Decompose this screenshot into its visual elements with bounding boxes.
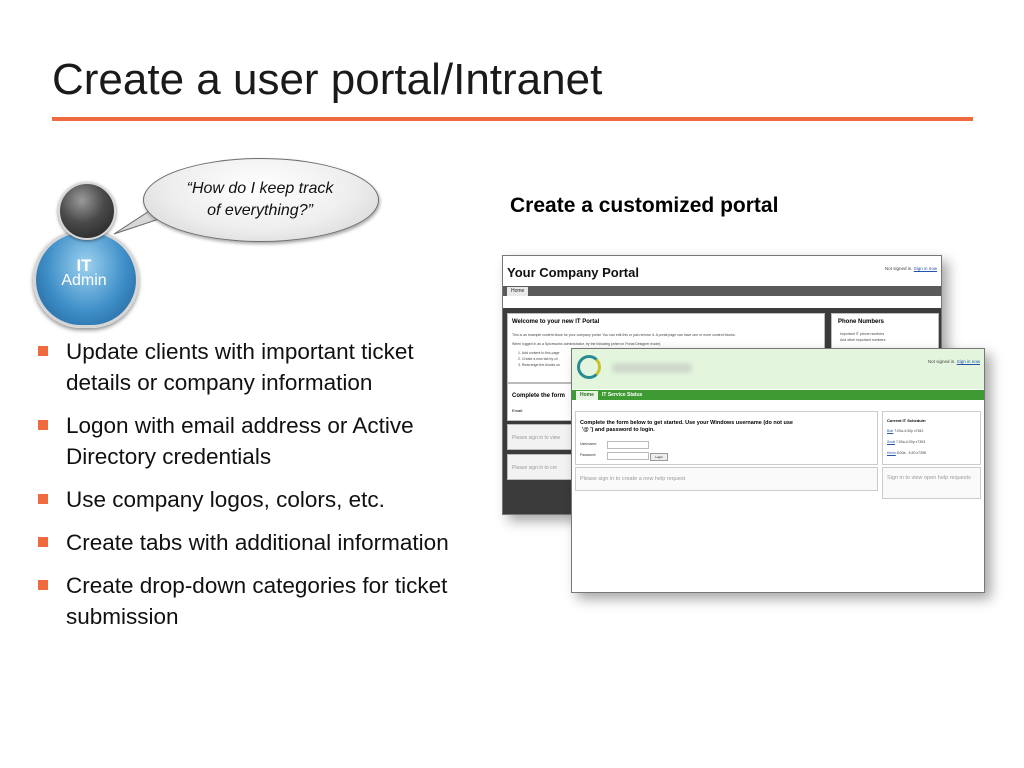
bullet-square-icon [38, 537, 48, 547]
bullet-item: Update clients with important ticket det… [36, 336, 476, 398]
bullet-item: Create tabs with additional information [36, 527, 476, 558]
bullet-square-icon [38, 420, 48, 430]
bullet-text: Logon with email address or Active Direc… [66, 413, 414, 469]
front-schedule-heading: Current IT Schedule: [887, 418, 927, 423]
front-create-text: Please sign in to create a new help requ… [580, 476, 686, 482]
back-email-label: Email: [512, 408, 524, 413]
title-underline [52, 117, 973, 121]
bullet-item: Create drop-down categories for ticket s… [36, 570, 476, 632]
back-create-block: Please sign in to cre [507, 454, 579, 480]
back-phone-line: And other important numbers [840, 338, 886, 342]
front-view-requests-block: Sign in to view open help requests [882, 467, 981, 499]
bullet-text: Create drop-down categories for ticket s… [66, 573, 448, 629]
front-portal-signin: Not signed in. Sign in now [928, 359, 980, 364]
back-view-block: Please sign in to view [507, 424, 579, 450]
front-tab-it-service-status[interactable]: IT Service Status [598, 391, 646, 400]
username-input[interactable] [607, 441, 649, 449]
schedule-row: Scott 7:00a-4:30p x7393 [887, 440, 925, 444]
back-view-text: Please sign in to view [512, 435, 561, 441]
slide-title: Create a user portal/Intranet [52, 55, 603, 104]
feature-bullet-list: Update clients with important ticket det… [36, 336, 476, 644]
back-welcome-line: This is an example content block for you… [512, 333, 736, 337]
bullet-square-icon [38, 580, 48, 590]
back-portal-nav [503, 286, 941, 296]
back-create-text: Please sign in to cre [512, 465, 558, 471]
front-create-request-block: Please sign in to create a new help requ… [575, 467, 878, 491]
back-welcome-line: 1. Add content to this page [518, 351, 560, 355]
front-tab-home[interactable]: Home [576, 391, 598, 400]
back-form-block: Complete the form Email: [507, 383, 579, 421]
back-portal-signin: Not signed in. Sign in now [885, 266, 937, 271]
front-form-line2: '@ ') and password to login. [582, 427, 655, 433]
schedule-row: Bob 7:00a-4:30p x7642 [887, 429, 923, 433]
company-logo-text-blurred [612, 363, 692, 373]
bullet-square-icon [38, 346, 48, 356]
front-signin-prefix: Not signed in. [927, 359, 956, 364]
back-portal-title: Your Company Portal [507, 265, 639, 280]
back-signin-link[interactable]: Sign in now [914, 266, 937, 271]
login-button[interactable]: Login [650, 453, 668, 461]
speech-bubble-line2: of everything?” [207, 202, 313, 219]
schedule-name-link[interactable]: Kevin [887, 451, 896, 455]
portal-screenshot-front: Not signed in. Sign in now Home IT Servi… [571, 348, 985, 593]
back-welcome-heading: Welcome to your new IT Portal [512, 319, 600, 325]
back-welcome-line: 2. Create a new tab by cli [518, 357, 558, 361]
back-tab-home[interactable]: Home [507, 287, 529, 296]
front-login-form: Complete the form below to get started. … [575, 411, 878, 465]
schedule-row: Kevin 8:00a - 5:30 x7398 [887, 451, 926, 455]
back-signin-prefix: Not signed in. [884, 266, 913, 271]
bullet-text: Use company logos, colors, etc. [66, 487, 385, 512]
portal-heading: Create a customized portal [510, 194, 779, 217]
front-signin-link[interactable]: Sign in now [957, 359, 980, 364]
front-schedule-block: Current IT Schedule: Bob 7:00a-4:30p x76… [882, 411, 981, 465]
bullet-text: Create tabs with additional information [66, 530, 449, 555]
back-welcome-line: 3. Rearrange the blocks on [518, 363, 561, 367]
schedule-time: 8:00a - 5:30 x7398 [896, 451, 926, 455]
admin-head [58, 182, 116, 240]
back-phone-line: Important IT phone numbers [840, 332, 885, 336]
admin-label-admin: Admin [61, 272, 107, 289]
front-view-text: Sign in to view open help requests [887, 475, 971, 481]
schedule-time: 7:00a-4:30p x7642 [894, 429, 924, 433]
password-input[interactable] [607, 452, 649, 460]
company-logo-icon [577, 355, 601, 379]
speech-bubble-line1: “How do I keep track [186, 180, 334, 197]
bullet-item: Use company logos, colors, etc. [36, 484, 476, 515]
schedule-name-link[interactable]: Bob [887, 429, 893, 433]
schedule-time: 7:00a-4:30p x7393 [895, 440, 926, 444]
front-form-line1: Complete the form below to get started. … [580, 420, 793, 426]
bullet-text: Update clients with important ticket det… [66, 339, 414, 395]
bullet-square-icon [38, 494, 48, 504]
back-form-heading: Complete the form [512, 393, 566, 399]
bullet-item: Logon with email address or Active Direc… [36, 410, 476, 472]
back-welcome-line: When logged in as a Spiceworks administr… [512, 342, 662, 346]
password-label: Password: [580, 453, 597, 457]
back-phone-heading: Phone Numbers [838, 319, 885, 325]
speech-bubble-text: “How do I keep track of everything?” [150, 178, 370, 222]
schedule-name-link[interactable]: Scott [887, 440, 895, 444]
username-label: Username: [580, 442, 598, 446]
